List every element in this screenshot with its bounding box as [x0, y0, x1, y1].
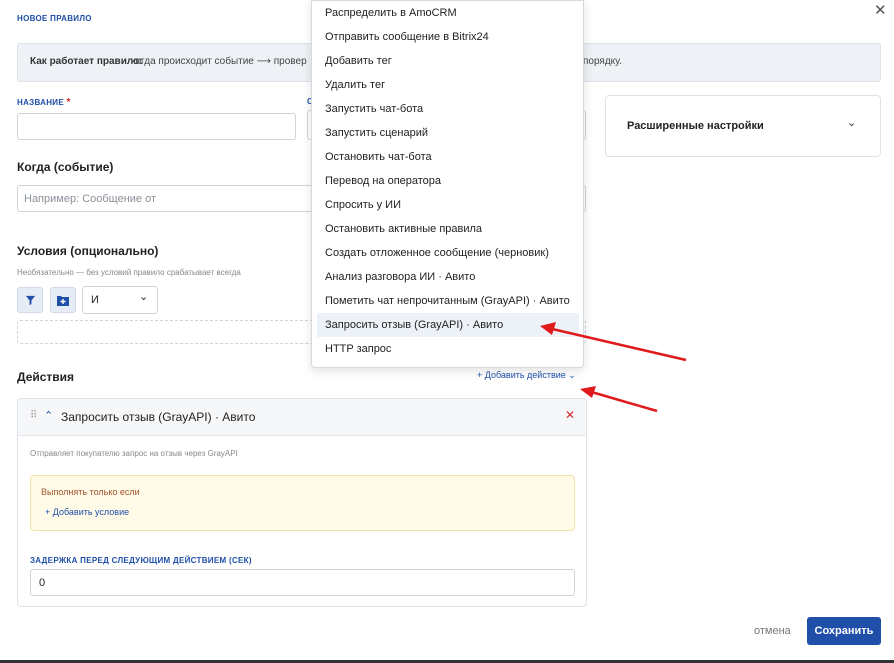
annotation-arrows	[540, 322, 687, 413]
annotation-arrow-icon	[580, 386, 658, 413]
annotation-arrow-icon	[540, 322, 687, 362]
